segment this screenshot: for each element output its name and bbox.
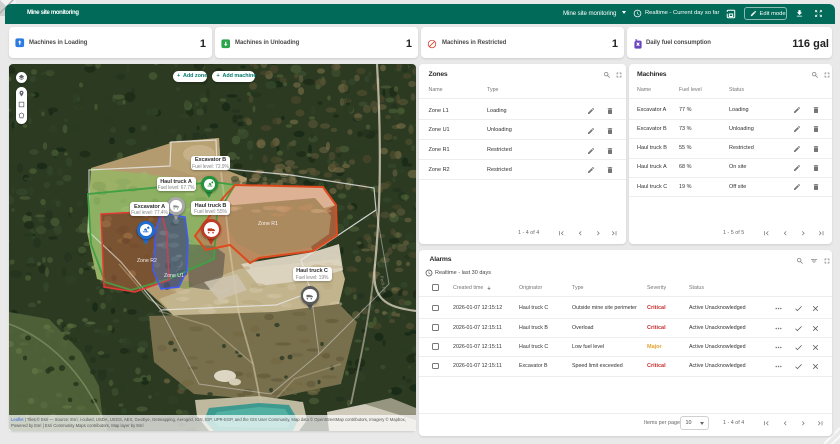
svg-text:Zone U1: Zone U1 bbox=[164, 273, 184, 279]
svg-text:Zone R1: Zone R1 bbox=[258, 221, 278, 227]
svg-text:Zone R2: Zone R2 bbox=[137, 258, 157, 264]
